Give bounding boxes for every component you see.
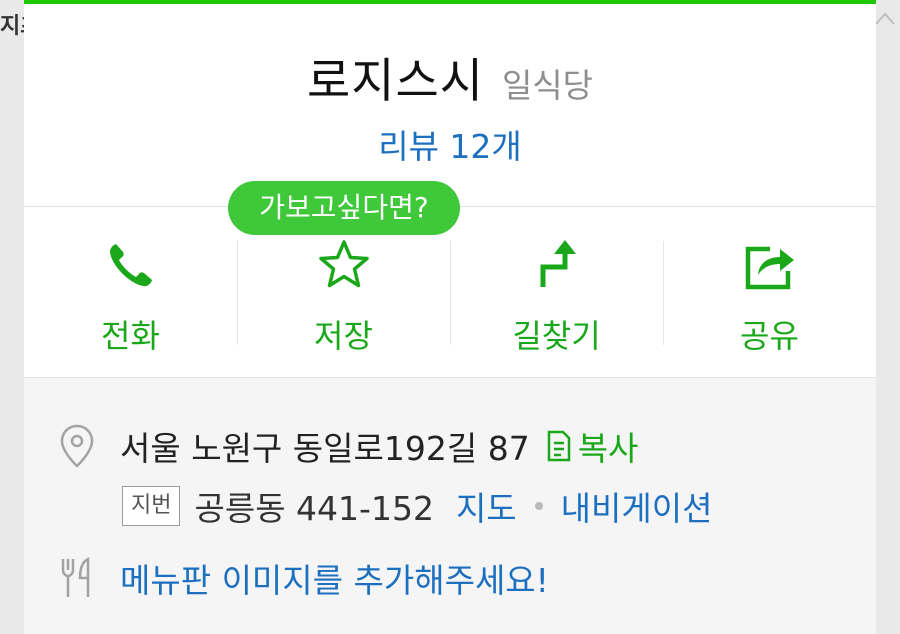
phone-icon — [109, 244, 152, 287]
place-category: 일식당 — [501, 66, 594, 105]
fork-knife-icon — [61, 556, 90, 597]
menu-row: 메뉴판 이미지를 추가해주세요! — [58, 554, 549, 602]
call-button[interactable]: 전화 — [24, 207, 237, 377]
review-link[interactable]: 리뷰 12개 — [24, 120, 876, 168]
copy-address-button[interactable]: 복사 — [544, 422, 639, 470]
copy-label: 복사 — [577, 429, 639, 468]
directions-icon — [540, 240, 576, 287]
share-icon — [745, 246, 794, 290]
road-address: 서울 노원구 동일로192길 87 — [120, 429, 530, 468]
place-card: 로지스시 일식당 리뷰 12개 전화 저장 길찾기 공유 가보고싶다면? 서울 … — [24, 0, 876, 634]
lot-badge: 지번 — [122, 486, 181, 526]
map-link[interactable]: 지도 — [456, 482, 517, 530]
chevron-up-icon — [875, 12, 895, 25]
call-label: 전화 — [101, 317, 160, 355]
share-button[interactable]: 공유 — [663, 207, 876, 377]
address-row: 서울 노원구 동일로192길 87 복사 — [58, 422, 638, 470]
directions-button[interactable]: 길찾기 — [450, 207, 663, 377]
background-text-fragment: 지츠 — [0, 14, 26, 39]
add-menu-image-link[interactable]: 메뉴판 이미지를 추가해주세요! — [120, 554, 549, 602]
save-label: 저장 — [314, 317, 373, 355]
directions-label: 길찾기 — [512, 317, 601, 355]
save-tooltip: 가보고싶다면? — [228, 181, 460, 235]
info-section: 서울 노원구 동일로192길 87 복사 지번 공릉동 441-152 지도 내… — [24, 377, 876, 634]
navigation-link[interactable]: 내비게이션 — [561, 482, 713, 530]
separator-dot — [534, 502, 543, 510]
share-label: 공유 — [740, 317, 799, 355]
star-icon — [318, 240, 369, 288]
location-pin-icon — [60, 424, 94, 468]
place-name: 로지스시 — [306, 54, 484, 109]
title-row: 로지스시 일식당 — [24, 42, 876, 111]
lot-address-row: 지번 공릉동 441-152 지도 내비게이션 — [122, 482, 712, 530]
action-bar: 전화 저장 길찾기 공유 — [24, 207, 876, 377]
copy-icon — [547, 430, 570, 462]
lot-address: 공릉동 441-152 — [194, 489, 434, 528]
